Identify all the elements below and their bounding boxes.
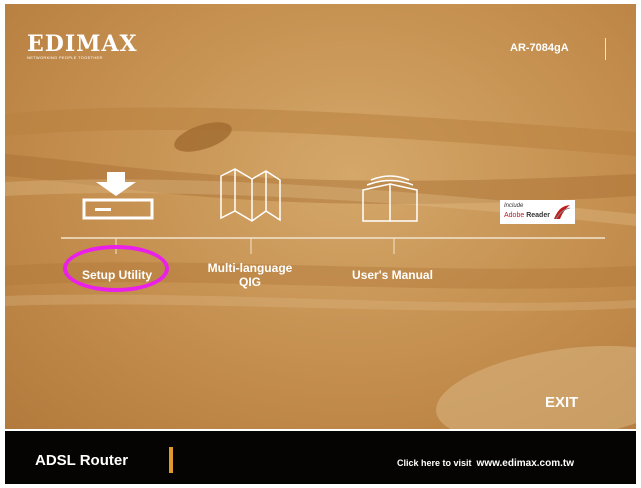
exit-button[interactable]: EXIT: [545, 394, 578, 411]
main-panel: EDIMAX NETWORKING PEOPLE TOGETHER AR-708…: [5, 4, 636, 429]
edimax-logo: EDIMAX NETWORKING PEOPLE TOGETHER: [27, 31, 138, 60]
website-url: www.edimax.com.tw: [476, 458, 574, 469]
product-name: ADSL Router: [35, 452, 129, 469]
footer-bar: ADSL Router Click here to visit www.edim…: [5, 431, 636, 484]
multi-language-qig-link[interactable]: Multi-language QIG: [200, 261, 300, 289]
qig-label-line1: Multi-language: [207, 261, 293, 275]
highlight-circle: [63, 245, 169, 292]
users-manual-link[interactable]: User's Manual: [330, 268, 455, 282]
adobe-product: Reader: [526, 212, 550, 219]
product-divider: [169, 447, 173, 473]
model-number: AR-7084gA: [510, 42, 569, 54]
adobe-reader-button[interactable]: Include Adobe Reader: [500, 200, 575, 224]
visit-prefix: Click here to visit: [397, 458, 472, 468]
qig-label-line2: QIG: [238, 275, 261, 289]
model-divider: [605, 38, 606, 60]
adobe-reader-icon: [554, 205, 571, 220]
autorun-window: EDIMAX NETWORKING PEOPLE TOGETHER AR-708…: [0, 0, 641, 488]
visit-website-link[interactable]: Click here to visit www.edimax.com.tw: [397, 458, 574, 469]
adobe-include-label: Include: [504, 203, 524, 209]
logo-wordmark: EDIMAX: [27, 31, 138, 57]
adobe-name: Adobe: [504, 212, 525, 219]
adobe-reader-label: Adobe Reader: [504, 212, 550, 219]
